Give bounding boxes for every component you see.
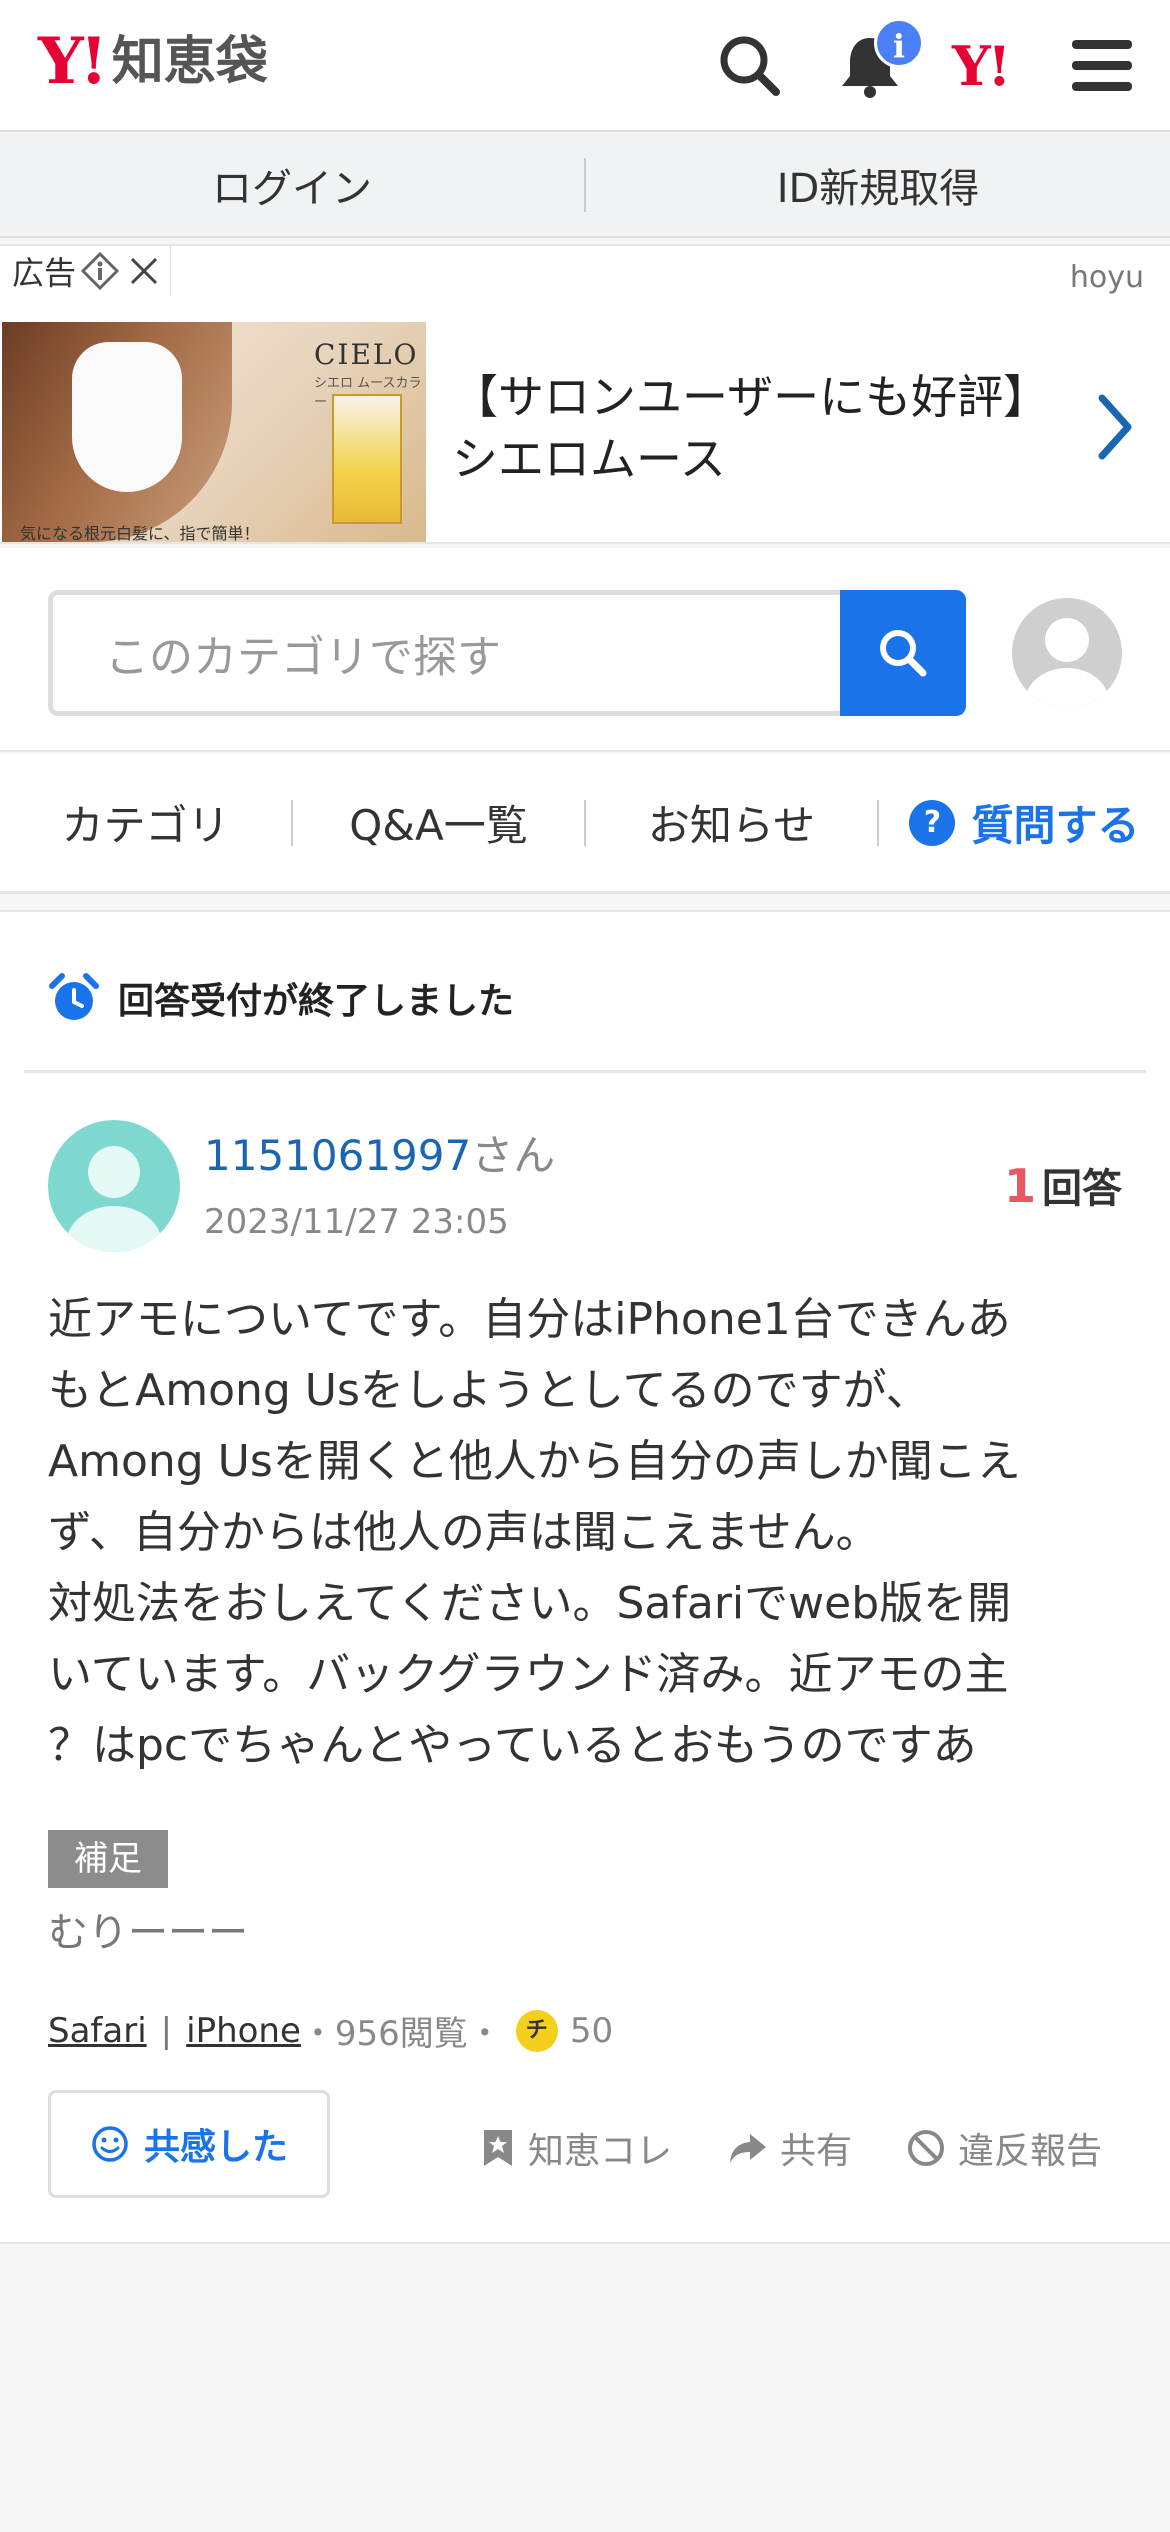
ad-headline-line2: シエロムース xyxy=(452,432,726,486)
tag-iphone[interactable]: iPhone xyxy=(186,2011,301,2051)
user-avatar-icon[interactable] xyxy=(1012,598,1122,708)
prohibited-icon xyxy=(908,2130,944,2166)
empathy-button[interactable]: 共感した xyxy=(48,2090,330,2198)
tag-separator: | xyxy=(160,2010,173,2051)
ask-question-button[interactable]: ? 質問する xyxy=(879,792,1170,853)
report-label: 違反報告 xyxy=(958,2131,1103,2172)
ad-image-caption: 気になる根元白髪に、指で簡単！ xyxy=(20,524,260,542)
answer-count-label: 回答 xyxy=(1042,1166,1122,1212)
ad-banner[interactable]: 広告 hoyu CIELO シエロ ムースカラー 気になる根元白髪に、指で簡単！… xyxy=(0,244,1170,544)
tab-news[interactable]: お知らせ xyxy=(586,792,877,853)
smile-icon xyxy=(92,2126,128,2162)
app-header: Y! 知恵袋 i Y! xyxy=(0,0,1170,132)
view-count: ・956閲覧・ xyxy=(300,2014,502,2054)
save-label: 知恵コレ xyxy=(528,2131,673,2172)
notification-badge: i xyxy=(874,18,924,68)
chiebukuro-logo[interactable]: Y! 知恵袋 xyxy=(38,30,268,94)
ad-close-icon[interactable] xyxy=(126,253,162,289)
tag-safari[interactable]: Safari xyxy=(48,2011,147,2051)
status-closed-text: 回答受付が終了しました xyxy=(118,981,515,1022)
report-button[interactable]: 違反報告 xyxy=(906,2122,1102,2174)
ad-label-text: 広告 xyxy=(12,254,77,292)
question-icon: ? xyxy=(909,799,956,846)
divider xyxy=(24,1070,1146,1073)
search-icon[interactable] xyxy=(714,30,786,102)
question-meta: Safari | iPhone ・956閲覧・ チ 50 xyxy=(48,2006,613,2055)
logo-text: 知恵袋 xyxy=(111,32,268,92)
question-body: 近アモについてです。自分はiPhone1台できんあ もとAmong Usをしよう… xyxy=(48,1284,1128,1781)
auth-bar: ログイン ID新規取得 xyxy=(0,134,1170,238)
question-body-line: もとAmong Usをしようとしてるのですが、 xyxy=(48,1365,930,1416)
category-search-input[interactable]: このカテゴリで探す xyxy=(48,590,842,716)
ad-image[interactable]: CIELO シエロ ムースカラー 気になる根元白髪に、指で簡単！ xyxy=(2,322,426,542)
answer-count-number: 1 xyxy=(1003,1159,1036,1213)
ad-sponsor: hoyu xyxy=(1069,260,1144,295)
tab-qa-list[interactable]: Q&A一覧 xyxy=(293,792,584,853)
product-box xyxy=(332,394,402,524)
yahoo-logo-mark: Y! xyxy=(38,24,108,99)
question-body-line: Among Usを開くと他人から自分の声しか聞こえ xyxy=(48,1436,1021,1487)
ad-image-hand xyxy=(72,342,182,492)
yahoo-mark-icon[interactable]: Y! xyxy=(952,30,1024,102)
bookmark-icon xyxy=(484,2130,512,2166)
search-icon xyxy=(880,630,927,677)
question-body-line: ？はpcでちゃんとやっているとおもうのですあ xyxy=(48,1720,977,1771)
question-card: 回答受付が終了しました 1151061997さん 2023/11/27 23:0… xyxy=(0,910,1170,2244)
menu-icon[interactable] xyxy=(1070,30,1142,102)
signup-link[interactable]: ID新規取得 xyxy=(586,156,1170,214)
search-button[interactable] xyxy=(840,590,966,716)
questioner-name[interactable]: 1151061997さん xyxy=(204,1122,555,1183)
share-button[interactable]: 共有 xyxy=(728,2122,852,2174)
share-arrow-icon xyxy=(730,2134,766,2163)
coin-amount: 50 xyxy=(569,2010,614,2051)
supplement-badge: 補足 xyxy=(48,1830,168,1888)
user-suffix: さん xyxy=(471,1131,556,1180)
alarm-clock-icon xyxy=(49,973,99,1020)
supplement-text: むりーーー xyxy=(48,1910,248,1956)
ad-info-icon[interactable] xyxy=(80,251,120,291)
question-body-line: 近アモについてです。自分はiPhone1台できんあ xyxy=(48,1294,1011,1345)
answer-count[interactable]: 1 回答 xyxy=(1004,1156,1122,1214)
chevron-right-icon[interactable] xyxy=(1094,392,1134,462)
user-id: 1151061997 xyxy=(204,1131,472,1180)
ad-label[interactable]: 広告 xyxy=(0,246,172,296)
category-tabs: カテゴリ Q&A一覧 お知らせ ? 質問する xyxy=(0,754,1170,894)
empathy-label: 共感した xyxy=(143,2127,288,2168)
ad-headline-line1: 【サロンユーザーにも好評】 xyxy=(452,370,1050,424)
question-body-line: ず、自分からは他人の声は聞こえません。 xyxy=(48,1507,880,1558)
status-closed: 回答受付が終了しました xyxy=(48,972,514,1024)
login-link[interactable]: ログイン xyxy=(0,156,584,214)
ad-headline[interactable]: 【サロンユーザーにも好評】 シエロムース xyxy=(452,366,1072,490)
coin-icon: チ xyxy=(515,2009,558,2052)
avatar[interactable] xyxy=(48,1120,180,1252)
ask-question-label: 質問する xyxy=(971,801,1140,850)
ad-brand: CIELO xyxy=(314,338,419,371)
search-section: このカテゴリで探す xyxy=(0,548,1170,752)
save-button[interactable]: 知恵コレ xyxy=(480,2122,672,2174)
tab-category[interactable]: カテゴリ xyxy=(0,792,291,853)
post-date: 2023/11/27 23:05 xyxy=(204,1202,509,1242)
share-label: 共有 xyxy=(780,2131,853,2172)
question-body-line: 対処法をおしえてください。Safariでweb版を開 xyxy=(48,1578,1012,1629)
question-body-line: いています。バックグラウンド済み。近アモの主 xyxy=(48,1649,1009,1700)
